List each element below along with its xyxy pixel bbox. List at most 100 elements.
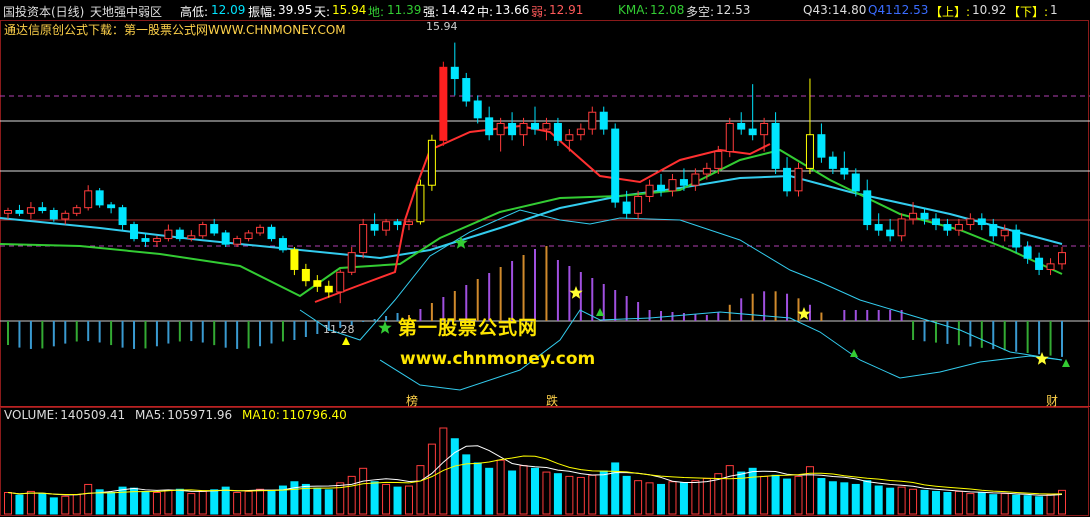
volume-bar	[1035, 496, 1044, 515]
volume-bar	[382, 483, 391, 515]
kline-chart[interactable]	[0, 0, 1090, 517]
candle-body	[760, 122, 769, 136]
qiang-value: 14.42	[441, 3, 476, 17]
volume-bar	[611, 462, 620, 515]
volume-bar	[450, 438, 459, 515]
volume-bar	[508, 470, 517, 515]
volume-bar	[519, 465, 528, 515]
volume-bar	[943, 492, 952, 515]
volume-bar	[221, 486, 230, 515]
down-value: 1	[1050, 3, 1058, 17]
volume-bar	[72, 494, 81, 515]
candle-body	[1023, 246, 1032, 259]
formula-subtitle: 通达信原创公式下载：第一股票公式网WWW.CHNMONEY.COM	[4, 23, 346, 37]
peak-price-label: 15.94	[426, 20, 458, 33]
volume-bar	[989, 494, 998, 515]
candle-body	[851, 173, 860, 192]
volume-bar	[702, 478, 711, 515]
volume-bar	[920, 489, 929, 515]
ruo-value: 12.91	[549, 3, 584, 17]
candle-body	[26, 207, 35, 214]
volume-bar	[588, 474, 597, 515]
indicator-name: 天地强中弱区	[90, 5, 163, 19]
volume-bar	[416, 465, 425, 515]
volume-bar	[290, 481, 299, 515]
volume-bar	[794, 475, 803, 515]
candle-body	[565, 134, 574, 141]
candle-body	[702, 167, 711, 175]
volume-bar	[198, 490, 207, 515]
q43-label: Q43:	[803, 3, 832, 17]
di-label: 地:	[368, 5, 385, 19]
candle-body	[370, 224, 379, 231]
stock-name[interactable]: 国投资本(日线)	[3, 3, 84, 20]
volume-bar	[427, 443, 436, 515]
candle-body	[95, 190, 104, 206]
candle-body	[450, 66, 459, 80]
candle-body	[416, 184, 425, 223]
ma10-value: 110796.40	[281, 408, 347, 422]
di-value: 11.39	[387, 3, 422, 17]
amplitude-label: 振幅:	[248, 5, 277, 19]
volume-bar	[576, 476, 585, 515]
up-label: 【上】:	[930, 5, 971, 19]
down-label: 【下】:	[1008, 5, 1049, 19]
volume-bar	[748, 467, 757, 515]
volume-bar	[783, 478, 792, 515]
candle-body	[725, 122, 734, 153]
candle-body	[1046, 263, 1055, 270]
candle-body	[336, 271, 345, 293]
candle-body	[679, 179, 688, 186]
candle-body	[15, 210, 24, 214]
volume-value: 140509.41	[60, 408, 126, 422]
candle-body	[828, 156, 837, 169]
candle-body	[256, 226, 265, 234]
volume-bar	[817, 478, 826, 515]
candle-body	[210, 224, 219, 234]
volume-bar	[863, 480, 872, 515]
volume-bar	[977, 492, 986, 515]
candle-body	[496, 122, 505, 136]
candle-body	[805, 134, 814, 169]
volume-bar	[210, 489, 219, 515]
volume-bar	[553, 473, 562, 515]
low-price-label: 11.28	[323, 323, 355, 336]
volume-bar	[473, 462, 482, 515]
candle-body	[531, 122, 539, 130]
candle-body	[393, 221, 402, 226]
amplitude-value: 39.95	[278, 3, 313, 17]
candle-body	[737, 122, 746, 130]
volume-bar	[634, 480, 643, 515]
signal-triangle	[850, 349, 858, 357]
candle-body	[634, 195, 643, 214]
volume-bar	[95, 489, 104, 515]
kma-label: KMA:	[618, 3, 649, 17]
candle-body	[886, 229, 895, 237]
volume-bar	[49, 497, 58, 515]
candle-body	[61, 212, 70, 220]
candle-body	[49, 210, 58, 220]
volume-bar	[15, 494, 24, 515]
volume-bar	[760, 475, 769, 515]
candle-body	[909, 212, 918, 220]
signal-triangle	[342, 337, 350, 345]
marker-die: 跌	[546, 394, 559, 408]
volume-label: VOLUME:	[4, 408, 59, 422]
candle-body	[1058, 252, 1066, 265]
candle-body	[359, 224, 368, 254]
volume-bar	[26, 490, 35, 515]
qiang-label: 强:	[423, 5, 440, 19]
candle-body	[313, 280, 322, 287]
q41-value: 12.53	[894, 3, 929, 17]
candle-body	[588, 111, 597, 130]
volume-bar	[679, 482, 688, 515]
candle-body	[382, 221, 391, 231]
candle-body	[645, 184, 654, 197]
volume-bar	[152, 492, 161, 515]
candle-body	[748, 128, 757, 136]
candle-body	[954, 224, 963, 231]
volume-bar	[38, 493, 47, 515]
ruo-label: 弱:	[531, 5, 548, 19]
volume-bar	[599, 470, 608, 515]
volume-bar	[244, 490, 253, 515]
